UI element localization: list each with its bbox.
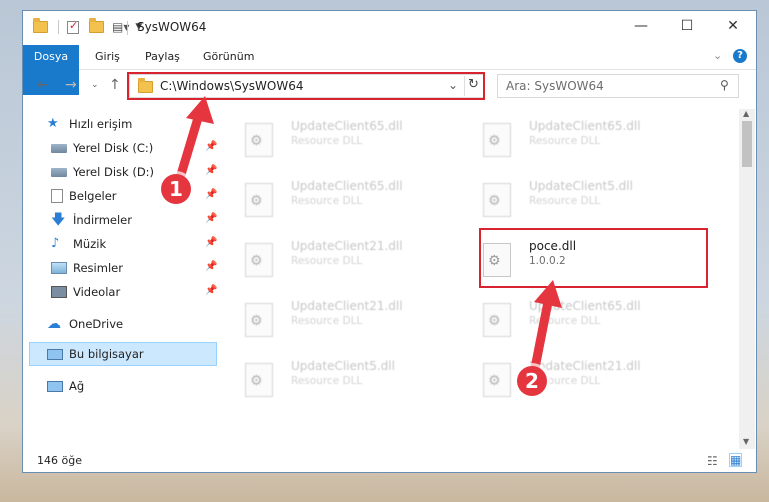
arrow-to-address-bar [175,96,214,183]
annotation-arrows [175,96,562,373]
step-1-badge: 1 [161,174,191,204]
arrow-to-poce-dll [530,280,562,373]
step-2-badge: 2 [517,366,547,396]
